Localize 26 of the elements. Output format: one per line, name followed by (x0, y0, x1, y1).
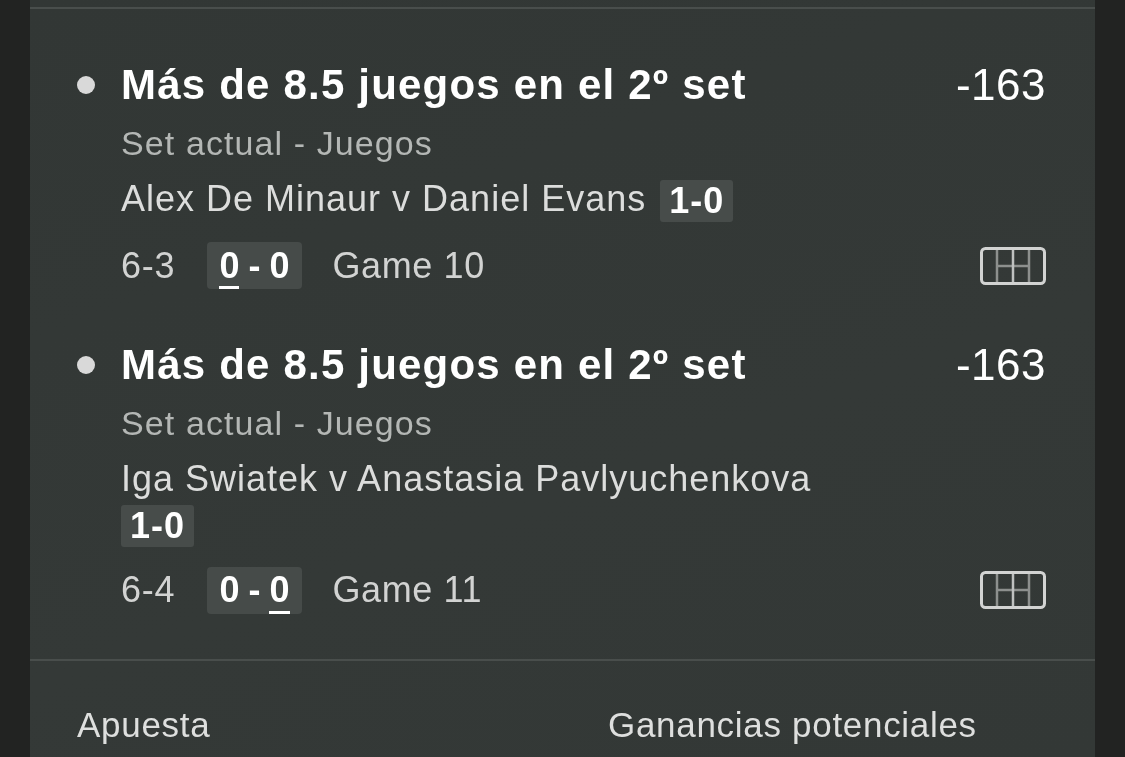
game-number: Game 11 (332, 569, 483, 612)
set-score-badge: 1-0 (660, 180, 734, 223)
odds-value: -163 (955, 340, 1046, 391)
point-value: 0 (219, 242, 240, 290)
event-name: Iga Swiatek v Anastasia Pavlyuchenkova (121, 458, 812, 500)
odds-value: -163 (955, 60, 1046, 110)
point-value: 0 (219, 568, 240, 613)
scoreboard-icon[interactable] (980, 247, 1046, 285)
selection-title: Más de 8.5 juegos en el 2º set (121, 61, 748, 109)
bullet-icon (77, 356, 95, 375)
points-separator: - (248, 568, 261, 613)
games-score: 6-4 (121, 569, 176, 612)
potential-winnings-label: Ganancias potenciales (608, 703, 977, 746)
games-score: 6-3 (121, 245, 176, 287)
selection-title: Más de 8.5 juegos en el 2º set (121, 341, 748, 390)
points-separator: - (248, 244, 261, 288)
scoreboard-icon[interactable] (980, 571, 1046, 610)
stake-label: Apuesta (77, 703, 211, 746)
set-score-badge: 1-0 (121, 504, 195, 547)
event-name: Alex De Minaur v Daniel Evans (121, 178, 647, 219)
point-value: 0 (269, 566, 290, 614)
market-name: Set actual - Juegos (121, 123, 434, 164)
game-number: Game 10 (332, 245, 485, 287)
bullet-icon (77, 76, 95, 94)
market-name: Set actual - Juegos (121, 403, 434, 445)
point-value: 0 (269, 244, 290, 288)
